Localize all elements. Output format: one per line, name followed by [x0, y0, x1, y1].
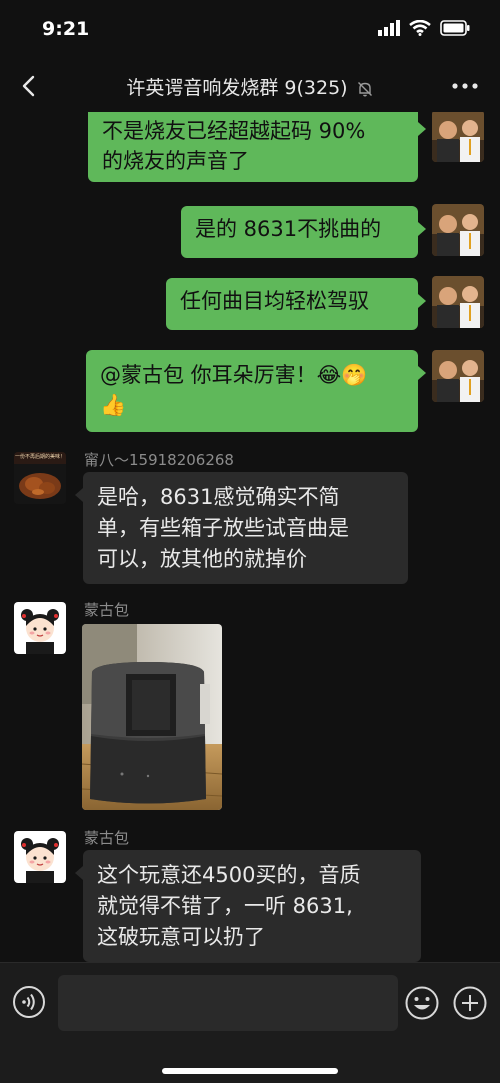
- avatar-sender[interactable]: 一份不再后期的美味！: [14, 452, 66, 504]
- message-line: 👍: [100, 393, 127, 417]
- avatar-photo: [432, 112, 484, 162]
- avatar-self[interactable]: [432, 276, 484, 328]
- battery-icon: [440, 20, 470, 36]
- bell-muted-icon: [357, 81, 372, 96]
- chat-header: 许英谔音响发烧群 9(325): [0, 60, 500, 112]
- avatar-caption: 一份不再后期的美味！: [14, 454, 65, 460]
- cartoon-girl-avatar: [14, 602, 66, 654]
- avatar-photo: [432, 204, 484, 256]
- message-line: 是哈，8631感觉确实不简: [97, 485, 340, 509]
- message-bubble[interactable]: 任何曲目均轻松驾驭: [166, 278, 426, 330]
- chat-title: 许英谔音响发烧群 9(325): [126, 77, 348, 99]
- message-line: 这个玩意还4500买的，音质: [97, 863, 361, 887]
- message-list[interactable]: 不是烧友已经超越起码 90% 的烧友的声音了 是的 8631不挑曲的 任何曲目均…: [0, 112, 500, 962]
- chat-title-wrap: 许英谔音响发烧群 9(325): [0, 73, 500, 100]
- avatar-self[interactable]: [432, 350, 484, 402]
- avatar-sender[interactable]: [14, 831, 66, 883]
- message-line: 不是烧友已经超越起码 90%: [102, 119, 366, 143]
- avatar-photo: [432, 276, 484, 328]
- message-line: 就觉得不错了，一听 8631,: [97, 894, 353, 918]
- message-line: 可以，放其他的就掉价: [97, 547, 307, 571]
- message-line: 的烧友的声音了: [102, 149, 249, 173]
- message-bubble[interactable]: 不是烧友已经超越起码 90% 的烧友的声音了: [88, 112, 426, 182]
- message-line: 这破玩意可以扔了: [97, 925, 265, 949]
- message-line: 任何曲目均轻松驾驭: [180, 289, 369, 313]
- message-line: 单，有些箱子放些试音曲是: [97, 516, 349, 540]
- status-time: 9:21: [42, 18, 90, 40]
- more-dots-icon[interactable]: [450, 74, 480, 98]
- voice-icon[interactable]: [12, 985, 46, 1019]
- sender-name: 蒙古包: [84, 601, 130, 619]
- message-bubble[interactable]: 是的 8631不挑曲的: [181, 206, 426, 258]
- sender-name: 甯八～15918206268: [84, 451, 234, 469]
- speaker-photo: [82, 624, 222, 810]
- message-line: @蒙古包 你耳朵厉害！😂🤭: [100, 363, 368, 387]
- plus-icon[interactable]: [452, 985, 488, 1021]
- wifi-icon: [409, 20, 431, 36]
- message-input[interactable]: [58, 975, 398, 1031]
- message-line: 是的 8631不挑曲的: [195, 217, 382, 241]
- sender-name: 蒙古包: [84, 829, 130, 847]
- message-bubble[interactable]: 这个玩意还4500买的，音质 就觉得不错了，一听 8631, 这破玩意可以扔了: [75, 850, 421, 962]
- message-bubble[interactable]: 是哈，8631感觉确实不简 单，有些箱子放些试音曲是 可以，放其他的就掉价: [75, 472, 408, 584]
- avatar-photo: [432, 350, 484, 402]
- emoji-icon[interactable]: [404, 985, 440, 1021]
- home-indicator[interactable]: [162, 1068, 338, 1074]
- signal-icon: [378, 20, 400, 36]
- avatar-self[interactable]: [432, 112, 484, 162]
- cartoon-girl-avatar: [14, 831, 66, 883]
- avatar-sender[interactable]: [14, 602, 66, 654]
- status-bar: 9:21: [0, 0, 500, 60]
- message-bubble[interactable]: @蒙古包 你耳朵厉害！😂🤭 👍: [86, 350, 426, 432]
- status-icons: [378, 20, 470, 36]
- avatar-self[interactable]: [432, 204, 484, 256]
- input-bar: [0, 962, 500, 1083]
- image-message[interactable]: [82, 624, 222, 810]
